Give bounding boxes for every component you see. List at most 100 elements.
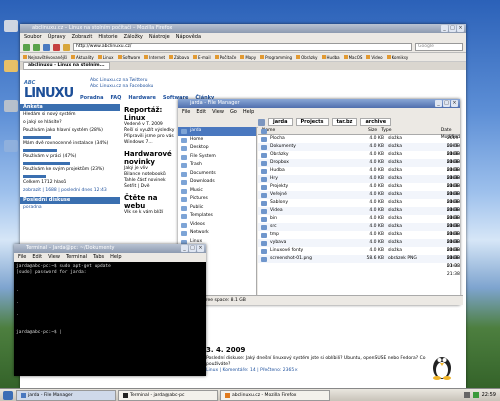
path-segment[interactable]: Projects: [295, 118, 329, 126]
menu-file[interactable]: File: [18, 254, 26, 261]
minimize-button[interactable]: _: [181, 245, 188, 252]
file-row[interactable]: Hry 4.0 KB složka 2009-03-03 21:38: [258, 175, 460, 197]
file-row[interactable]: src 4.0 KB složka 2009-03-03 21:38: [258, 223, 460, 245]
bookmark-item[interactable]: MacOS: [343, 55, 362, 60]
menu-tabs[interactable]: Tabs: [93, 254, 104, 261]
volume-icon[interactable]: [463, 392, 470, 398]
menu-tools[interactable]: Nástroje: [149, 34, 170, 41]
browser-titlebar[interactable]: abclinuxu.cz – Linux na stolním počítači…: [20, 24, 466, 33]
terminal-titlebar[interactable]: Terminal – Jarda@pc: ~/Dokumenty _ □ ×: [14, 244, 206, 253]
minimize-button[interactable]: _: [441, 25, 448, 32]
filemanager-titlebar[interactable]: jarda - File Manager _ □ ×: [178, 99, 460, 108]
place-item[interactable]: Documents: [178, 170, 256, 179]
file-row[interactable]: Plocha 4.0 KB složka 2009-03-03 21:33: [258, 135, 460, 157]
column-size[interactable]: Size: [355, 127, 382, 134]
column-name[interactable]: Name: [258, 127, 355, 134]
poll-option[interactable]: Používám v práci (47%): [20, 153, 120, 161]
place-item[interactable]: Trash: [178, 161, 256, 170]
place-item[interactable]: Network: [178, 229, 256, 238]
close-button[interactable]: ×: [451, 100, 458, 107]
trash-icon[interactable]: [4, 100, 18, 112]
task-filemanager[interactable]: jarda - File Manager: [16, 389, 116, 401]
column-date[interactable]: Date Modified: [441, 127, 460, 140]
task-firefox[interactable]: abclinuxu.cz - Mozilla Firefox: [220, 389, 330, 401]
forward-icon[interactable]: [33, 43, 40, 51]
site-logo[interactable]: ABC LINUXU: [24, 80, 74, 101]
home-icon[interactable]: [63, 43, 70, 51]
file-row[interactable]: Hudba 4.0 KB složka 2009-03-03 21:38: [258, 167, 460, 189]
menu-file[interactable]: File: [182, 109, 190, 116]
file-row[interactable]: tmp 4.0 KB složka 2009-03-03 21:38: [258, 231, 460, 253]
bookmark-item[interactable]: Nejnavštěvovanější: [23, 55, 67, 60]
bookmark-item[interactable]: E-mail: [193, 55, 211, 60]
maximize-button[interactable]: □: [443, 100, 450, 107]
stop-icon[interactable]: [53, 43, 60, 51]
computer-icon[interactable]: [4, 20, 18, 32]
bookmark-item[interactable]: Software: [117, 55, 140, 60]
menu-edit[interactable]: Úpravy: [48, 34, 66, 41]
bookmark-item[interactable]: Linux: [97, 55, 114, 60]
url-input[interactable]: http://www.abclinuxu.cz/: [73, 43, 412, 51]
file-row[interactable]: bin 4.0 KB složka 2009-03-03 21:38: [258, 215, 460, 237]
place-item[interactable]: Music: [178, 187, 256, 196]
file-row[interactable]: Linuxové fonty 4.0 KB složka 2009-03-03 21:…: [258, 247, 460, 269]
menu-edit[interactable]: Edit: [196, 109, 206, 116]
bookmark-item[interactable]: Aktuality: [70, 55, 94, 60]
poll-option[interactable]: Používám ke svým projektům (23%): [20, 166, 120, 174]
file-row[interactable]: screenshot-01.png 58.6 KB obrázek PNG 2009-…: [258, 255, 460, 277]
poll-comments-link[interactable]: zobrazit | 1688 | poslední dnes 12:43: [20, 187, 120, 195]
file-row[interactable]: Veřejné 4.0 KB složka 2009-03-03 21:38: [258, 191, 460, 213]
bookmark-item[interactable]: Zábava: [169, 55, 189, 60]
terminal-window[interactable]: Terminal – Jarda@pc: ~/Dokumenty _ □ × F…: [14, 244, 206, 376]
tab-abclinuxu[interactable]: abclinuxu - Linux na stolním...: [23, 62, 110, 70]
article-title[interactable]: Reportáž: Linux: [124, 106, 180, 122]
close-button[interactable]: ×: [457, 25, 464, 32]
menu-history[interactable]: Historie: [98, 34, 117, 41]
place-item[interactable]: Templates: [178, 212, 256, 221]
bookmark-item[interactable]: Programming: [260, 55, 292, 60]
drive-icon[interactable]: [4, 140, 18, 152]
menu-terminal[interactable]: Terminal: [66, 254, 87, 261]
path-back-icon[interactable]: [258, 118, 265, 126]
maximize-button[interactable]: □: [449, 25, 456, 32]
menu-go[interactable]: Go: [230, 109, 237, 116]
file-row[interactable]: Videa 4.0 KB složka 2009-03-03 21:38: [258, 207, 460, 229]
filemanager-window[interactable]: jarda - File Manager _ □ × File Edit Vie…: [178, 99, 463, 305]
place-item[interactable]: Pictures: [178, 195, 256, 204]
reload-icon[interactable]: [43, 43, 50, 51]
task-terminal[interactable]: Terminal - jarda@abc-pc: [118, 389, 218, 401]
path-segment[interactable]: tar.bz: [331, 118, 358, 126]
place-item[interactable]: File System: [178, 153, 256, 162]
file-row[interactable]: Šablony 4.0 KB složka 2009-03-03 21:38: [258, 199, 460, 221]
menu-bookmarks[interactable]: Záložky: [124, 34, 143, 41]
back-icon[interactable]: [23, 43, 30, 51]
place-item[interactable]: Videos: [178, 221, 256, 230]
menu-launcher-icon[interactable]: [3, 390, 13, 400]
menu-help[interactable]: Nápověda: [176, 34, 201, 41]
bottom-article-meta[interactable]: Linux | Komentáře: 14 | Přečteno: 2365×: [206, 368, 426, 374]
file-row[interactable]: Dropbox 4.0 KB složka 2009-03-03 21:38: [258, 159, 460, 181]
place-item[interactable]: jarda: [178, 127, 256, 136]
close-button[interactable]: ×: [197, 245, 204, 252]
column-type[interactable]: Type: [381, 127, 441, 134]
menu-view[interactable]: Zobrazit: [72, 34, 93, 41]
poll-option[interactable]: Používám jako hlavní systém (28%): [20, 127, 120, 135]
place-item[interactable]: Public: [178, 204, 256, 213]
place-item[interactable]: Desktop: [178, 144, 256, 153]
minimize-button[interactable]: _: [435, 100, 442, 107]
clock[interactable]: 22:59: [482, 392, 496, 398]
sidebar-link[interactable]: poradna: [20, 204, 120, 212]
nav-link[interactable]: FAQ: [110, 95, 121, 101]
path-segment[interactable]: jarda: [268, 118, 293, 126]
facebook-link[interactable]: Abc Linuxu.cz na Facebooku: [90, 84, 153, 90]
home-folder-icon[interactable]: [4, 60, 18, 72]
menu-view[interactable]: View: [212, 109, 224, 116]
bookmark-item[interactable]: Komiksy: [386, 55, 408, 60]
terminal-output[interactable]: jarda@abc-pc:~$ sudo apt-get update [sudo…: [14, 262, 206, 376]
file-row[interactable]: Projekty 4.0 KB složka 2009-03-03 21:38: [258, 183, 460, 205]
bookmark-item[interactable]: Internet: [144, 55, 165, 60]
bookmark-item[interactable]: Mapy: [240, 55, 256, 60]
poll-option[interactable]: Mám dvě rovnocenné instalace (34%): [20, 140, 120, 148]
menu-help[interactable]: Help: [243, 109, 254, 116]
bookmark-item[interactable]: Počítače: [214, 55, 236, 60]
